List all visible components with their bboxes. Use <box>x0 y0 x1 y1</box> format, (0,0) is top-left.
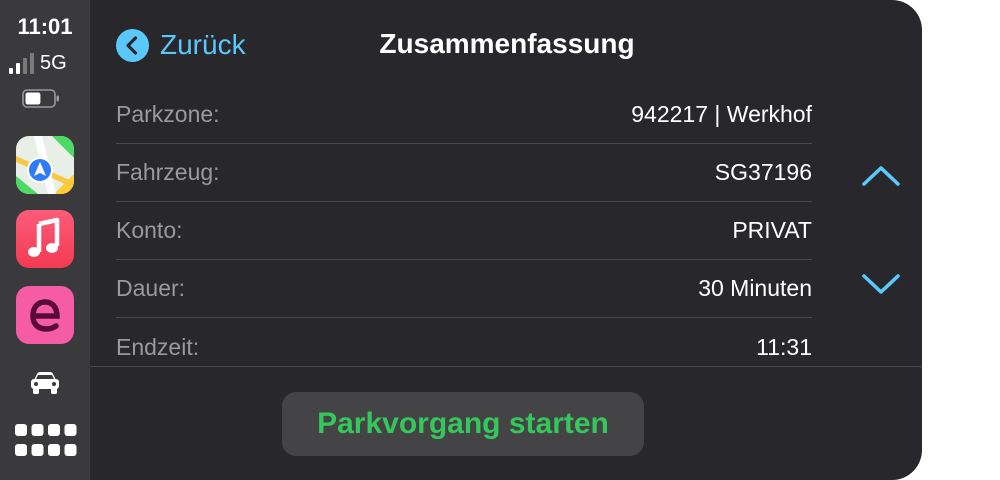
summary-list: Parkzone: 942217 | Werkhof Fahrzeug: SG3… <box>116 86 812 366</box>
signal-bar-2 <box>16 63 20 74</box>
row-value: 942217 | Werkhof <box>631 101 812 127</box>
network-type: 5G <box>40 52 67 74</box>
carplay-screen: 11:01 5G Zurück Zusammenfassung Parkzone… <box>0 0 922 480</box>
signal-bar-1 <box>9 68 13 74</box>
page-title: Zusammenfassung <box>379 28 635 59</box>
maps-app-button[interactable] <box>16 136 74 194</box>
summary-row-endzeit: Endzeit: 11:31 <box>116 318 812 366</box>
summary-row-fahrzeug: Fahrzeug: SG37196 <box>116 144 812 202</box>
app-grid-icon[interactable] <box>15 424 77 458</box>
row-label: Endzeit: <box>116 333 200 360</box>
parking-app-button[interactable] <box>16 286 74 344</box>
music-app-button[interactable] <box>16 210 74 268</box>
footer-divider <box>90 366 922 367</box>
status-time: 11:01 <box>17 14 73 39</box>
chevron-up-icon[interactable] <box>860 162 902 190</box>
signal-indicator: 5G <box>9 50 67 74</box>
car-icon[interactable] <box>28 370 62 396</box>
summary-row-dauer: Dauer: 30 Minuten <box>116 260 812 318</box>
chevron-left-circle-icon <box>116 28 149 62</box>
summary-row-konto: Konto: PRIVAT <box>116 202 812 260</box>
row-value: 11:31 <box>756 333 812 360</box>
row-value: SG37196 <box>714 159 812 185</box>
back-label: Zurück <box>160 29 246 60</box>
row-label: Parkzone: <box>116 101 220 127</box>
row-value: PRIVAT <box>732 217 812 243</box>
summary-row-parkzone: Parkzone: 942217 | Werkhof <box>116 86 812 144</box>
chevron-down-icon[interactable] <box>860 270 902 298</box>
start-parking-button[interactable]: Parkvorgang starten <box>282 392 644 456</box>
row-label: Dauer: <box>116 275 186 301</box>
music-note-icon <box>28 217 60 257</box>
row-value: 30 Minuten <box>698 275 812 301</box>
row-label: Fahrzeug: <box>116 159 220 185</box>
row-label: Konto: <box>116 217 183 243</box>
signal-bar-4 <box>30 53 34 74</box>
e-logo-icon <box>30 299 60 332</box>
maps-icon <box>16 136 74 194</box>
back-button[interactable]: Zurück <box>116 28 246 62</box>
dock-sidebar: 11:01 5G <box>0 0 90 480</box>
battery-icon <box>22 89 59 108</box>
signal-bar-3 <box>23 58 27 74</box>
